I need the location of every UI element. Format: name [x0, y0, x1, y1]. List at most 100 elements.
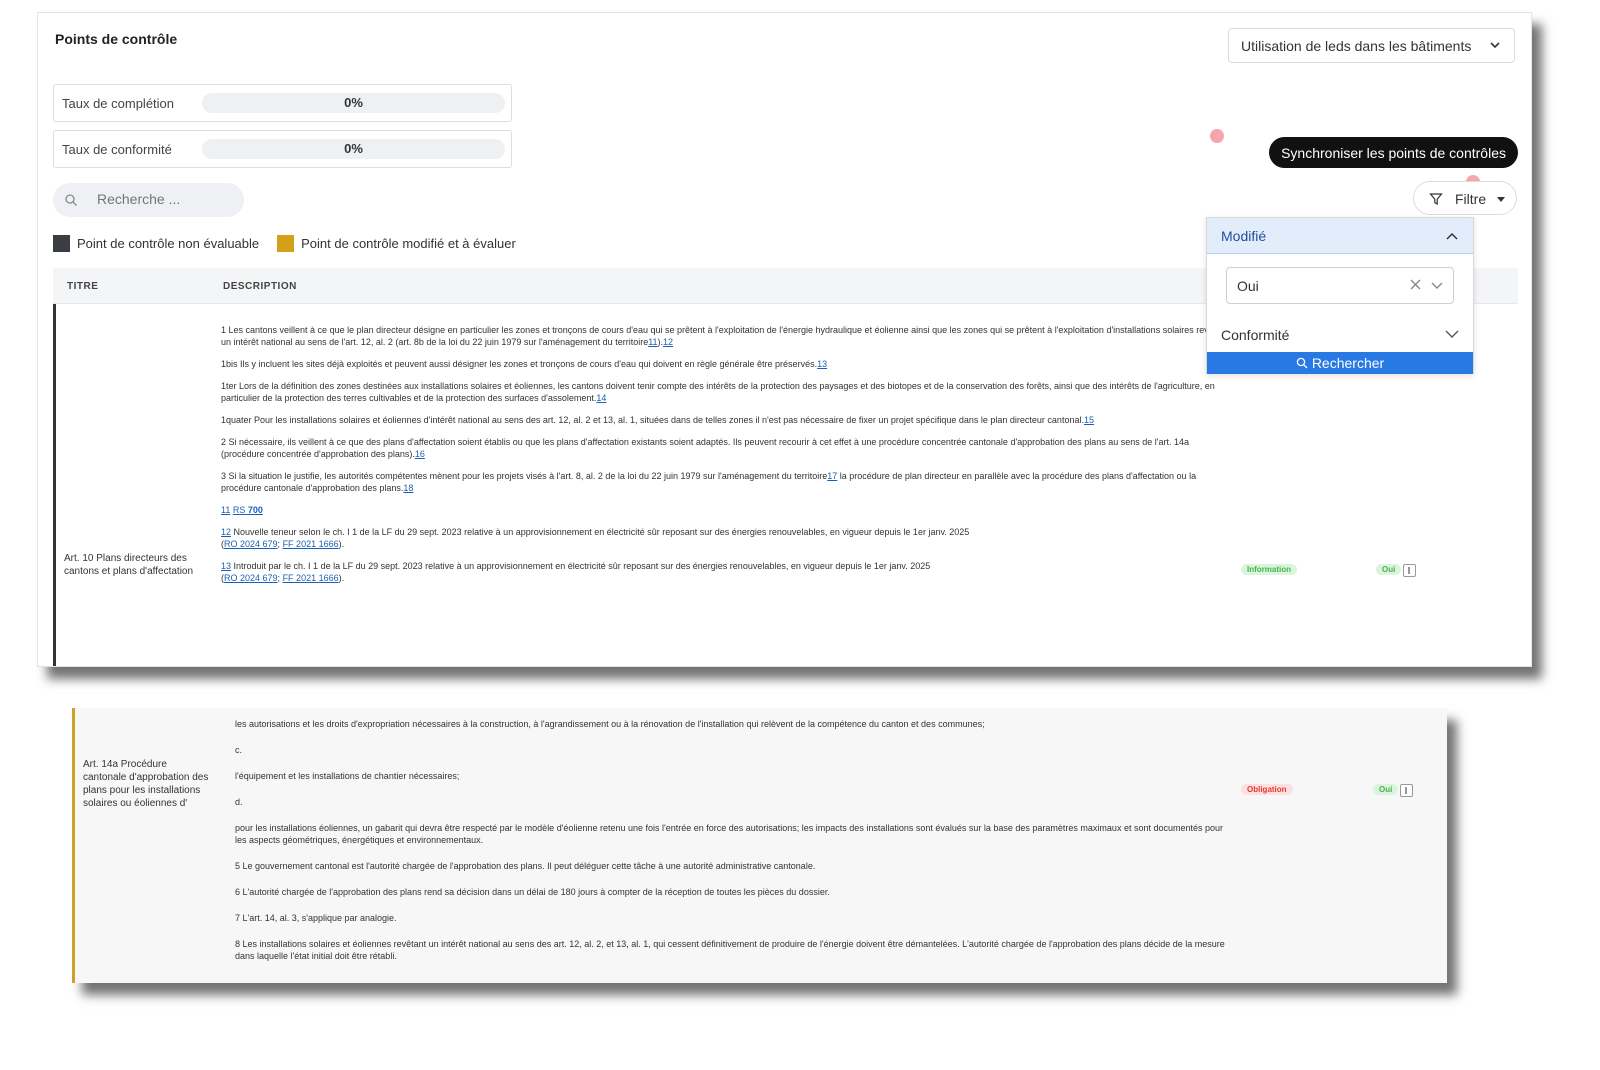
paragraph: les autorisations et les droits d'exprop… [235, 719, 985, 729]
filter-dropdown: Modifié Oui Conformité Rechercher [1206, 217, 1474, 374]
legend-label-modified: Point de contrôle modifié et à évaluer [301, 236, 516, 251]
sync-control-points-button[interactable]: Synchroniser les points de contrôles [1269, 137, 1518, 168]
chevron-down-icon [1431, 282, 1443, 289]
paragraph: 5 Le gouvernement cantonal est l'autorit… [235, 861, 816, 871]
text: 1quater Pour les installations solaires … [221, 415, 1084, 425]
ff-link[interactable]: FF 2021 1666 [283, 573, 339, 583]
modified-select-value: Oui [1237, 278, 1259, 294]
text: 3 Si la situation le justifie, les autor… [221, 471, 828, 481]
paragraph: l'équipement et les installations de cha… [235, 771, 460, 781]
footnote-link[interactable]: 13 [221, 561, 231, 571]
ff-link[interactable]: FF 2021 1666 [283, 539, 339, 549]
paragraph: 1quater Pour les installations solaires … [221, 414, 1231, 426]
notification-dot [1210, 129, 1224, 143]
completion-rate-label: Taux de complétion [62, 95, 175, 111]
conformity-rate: Taux de conformité 0% [53, 130, 512, 168]
footnote-link[interactable]: 11 [648, 337, 657, 347]
filter-search-label: Rechercher [1311, 355, 1385, 371]
text: 1ter Lors de la définition des zones des… [221, 381, 1215, 403]
paragraph: 2 Si nécessaire, ils veillent à ce que d… [221, 436, 1231, 460]
filter-section-conformity[interactable]: Conformité [1207, 322, 1473, 352]
conformity-rate-label: Taux de conformité [62, 141, 172, 157]
modified-select[interactable]: Oui [1226, 267, 1454, 304]
filter-search-button[interactable]: Rechercher [1207, 352, 1473, 374]
footnote-link[interactable]: 13 [817, 359, 827, 369]
paragraph: 8 Les installations solaires et éolienne… [235, 939, 1225, 961]
paragraph: pour les installations éoliennes, un gab… [235, 823, 1224, 845]
footnote-link[interactable]: 14 [596, 393, 606, 403]
chevron-up-icon [1446, 232, 1458, 240]
control-points-panel: Points de contrôle Utilisation de leds d… [37, 12, 1532, 667]
caret-down-icon [1497, 197, 1505, 202]
paragraph: 3 Si la situation le justifie, les autor… [221, 470, 1231, 494]
legend-swatch-dark [53, 235, 70, 252]
paragraph: 1ter Lors de la définition des zones des… [221, 380, 1231, 404]
chevron-down-icon [1445, 330, 1459, 338]
type-badge: Obligation [1241, 784, 1293, 795]
row-description: les autorisations et les droits d'exprop… [235, 718, 1225, 972]
paragraph: 6 L'autorité chargée de l'approbation de… [235, 887, 830, 897]
footnote-link[interactable]: 15 [1084, 415, 1094, 425]
conformity-rate-bar: 0% [202, 139, 505, 159]
chevron-down-icon [1490, 42, 1500, 49]
paragraph: 7 L'art. 14, al. 3, s'applique par analo… [235, 913, 397, 923]
text: 1bis Ils y incluent les sites déjà explo… [221, 359, 818, 369]
legend-label-non-evaluable: Point de contrôle non évaluable [77, 236, 260, 251]
footnote-link[interactable]: 12 [221, 527, 231, 537]
text: 2 Si nécessaire, ils veillent à ce que d… [221, 437, 1190, 459]
footnote-link[interactable]: 11 [221, 505, 230, 515]
footnote: 11 RS 700 [221, 504, 1231, 516]
row-title: Art. 10 Plans directeurs des cantons et … [64, 553, 194, 577]
text: Introduit par le ch. I 1 de la LF du 29 … [231, 561, 931, 571]
text: Nouvelle teneur selon le ch. I 1 de la L… [231, 527, 970, 537]
text: 700 [247, 505, 263, 515]
search-box[interactable] [53, 183, 244, 217]
modified-badge: Oui [1376, 564, 1402, 575]
legend-item-non-evaluable: Point de contrôle non évaluable [53, 235, 259, 252]
modified-badge: Oui [1373, 784, 1399, 795]
page-title: Points de contrôle [55, 31, 178, 47]
filter-section-modified[interactable]: Modifié [1207, 218, 1473, 254]
table-row[interactable]: Art. 14a Procédure cantonale d'approbati… [72, 708, 1447, 983]
conformity-rate-value: 0% [344, 141, 363, 156]
footnote: 12 Nouvelle teneur selon le ch. I 1 de l… [221, 527, 970, 549]
clear-icon[interactable] [1409, 278, 1422, 291]
row-description: 1 Les cantons veillent à ce que le plan … [221, 324, 1231, 594]
type-badge: Information [1241, 564, 1297, 575]
filter-button[interactable]: Filtre [1413, 181, 1517, 215]
filter-section-title: Conformité [1221, 327, 1290, 343]
search-icon [1296, 357, 1308, 369]
completion-rate-value: 0% [344, 95, 363, 110]
rs-link[interactable]: RS 700 [233, 505, 263, 515]
text: 1 Les cantons veillent à ce que le plan … [221, 325, 1229, 347]
ro-link[interactable]: RO 2024 679 [224, 573, 278, 583]
legend: Point de contrôle non évaluable Point de… [53, 235, 534, 252]
completion-rate: Taux de complétion 0% [53, 84, 512, 122]
footnote-link[interactable]: 16 [415, 449, 425, 459]
column-header-title: TITRE [67, 281, 99, 292]
paragraph: 1bis Ils y incluent les sites déjà explo… [221, 358, 1231, 370]
column-header-description: DESCRIPTION [223, 281, 297, 292]
scenario-select-value: Utilisation de leds dans les bâtiments [1241, 37, 1472, 54]
footnote-link[interactable]: 18 [403, 483, 413, 493]
text: RS [232, 505, 246, 515]
filter-section-title: Modifié [1221, 228, 1267, 244]
legend-item-modified: Point de contrôle modifié et à évaluer [277, 235, 516, 252]
row-title: Art. 14a Procédure cantonale d'approbati… [83, 759, 209, 809]
footnote-link[interactable]: 17 [827, 471, 837, 481]
footnote-link[interactable]: 12 [663, 337, 673, 347]
info-icon[interactable] [1400, 784, 1413, 797]
search-input[interactable] [97, 191, 237, 207]
filter-button-label: Filtre [1455, 191, 1487, 207]
ro-link[interactable]: RO 2024 679 [224, 539, 278, 549]
completion-rate-bar: 0% [202, 93, 505, 113]
footnote: 13 Introduit par le ch. I 1 de la LF du … [221, 561, 931, 583]
scenario-select[interactable]: Utilisation de leds dans les bâtiments [1228, 28, 1515, 63]
paragraph: c. [235, 745, 243, 755]
legend-swatch-gold [277, 235, 295, 252]
search-icon [65, 194, 77, 206]
paragraph: d. [235, 797, 243, 807]
info-icon[interactable] [1403, 564, 1416, 577]
filter-icon [1429, 193, 1443, 205]
paragraph: 1 Les cantons veillent à ce que le plan … [221, 324, 1231, 348]
